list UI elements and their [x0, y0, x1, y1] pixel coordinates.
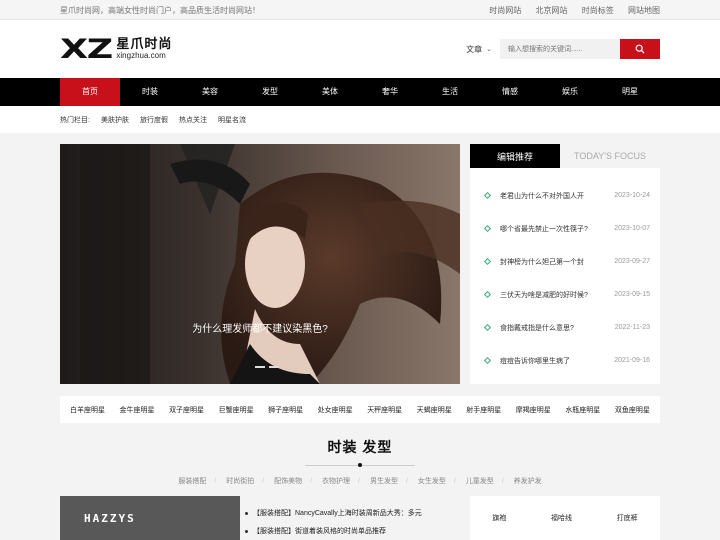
list-item[interactable]: 老君山为什么不对外国人开 2023-10-24 [480, 179, 650, 212]
top-link-beijing-site[interactable]: 北京网站 [536, 6, 568, 15]
zodiac-link[interactable]: 处女座明星 [318, 405, 353, 415]
thumbnail-brand-text: HAZZYS [84, 512, 136, 525]
nav-item-body[interactable]: 美体 [300, 78, 360, 106]
top-link-time-site[interactable]: 时尚网站 [489, 6, 521, 15]
list-item[interactable]: 痘痘告诉你哪里生病了 2021-09-16 [480, 344, 650, 377]
site-tagline: 星爪时尚网，高端女性时尚门户，高品质生活时尚网站！ [60, 5, 260, 15]
logo-domain: xingzhua.com [116, 50, 166, 60]
search-button[interactable] [620, 39, 660, 59]
main-nav: 首页 时装 美容 发型 美体 奢华 生活 情感 娱乐 明星 [0, 78, 720, 106]
zodiac-link[interactable]: 摩羯座明星 [516, 405, 551, 415]
subcategory-link[interactable]: 衣物护理 [322, 478, 350, 485]
editor-picks-list: 老君山为什么不对外国人开 2023-10-24 哪个省最先禁止一次性筷子? 2023… [470, 179, 660, 377]
chevron-down-icon: ⌄ [486, 46, 492, 53]
hero-image [60, 144, 460, 384]
tag-link[interactable]: 打底裤 [617, 513, 638, 540]
hero-caption[interactable]: 为什么理发师都不建议染黑色? [60, 320, 460, 335]
section-content: HAZZYS 【服装搭配】NancyCavally上海时装周新品大秀：多元 【服… [60, 496, 660, 540]
search-bar: 文章 ⌄ [458, 39, 660, 59]
slider-dot[interactable] [269, 366, 279, 368]
subcategory-link[interactable]: 男生发型 [370, 478, 398, 485]
diamond-bullet-icon [483, 224, 492, 233]
top-link-sitemap[interactable]: 网站地图 [628, 6, 660, 15]
nav-item-hairstyle[interactable]: 发型 [240, 78, 300, 106]
nav-item-home[interactable]: 首页 [60, 78, 120, 106]
list-item[interactable]: 食指戴戒指是什么意思? 2022-11-23 [480, 311, 650, 344]
nav-item-fashion[interactable]: 时装 [120, 78, 180, 106]
subcategory-link[interactable]: 女生发型 [418, 478, 446, 485]
top-link-fashion-tags[interactable]: 时尚标签 [582, 6, 614, 15]
nav-item-beauty[interactable]: 美容 [180, 78, 240, 106]
hot-columns-bar: 热门栏目: 美肤护肤 旅行度假 热点关注 明星名流 [0, 106, 720, 133]
article-thumbnail[interactable]: HAZZYS [60, 496, 240, 540]
tab-editor-picks[interactable]: 编辑推荐 [470, 144, 560, 168]
top-links: 时尚网站 北京网站 时尚标签 网站地图 [477, 5, 660, 16]
logo-mark: XZ [60, 33, 113, 65]
hot-columns-label: 热门栏目: [60, 116, 90, 124]
section-subcategories: 服装搭配 / 时尚街拍 / 配饰美物 / 衣物护理 / 男生发型 / 女生发型 / 儿童发型… [178, 478, 542, 485]
list-item[interactable]: 封神榜为什么妲己第一个封 2023-09-27 [480, 245, 650, 278]
list-item[interactable]: 三伏天为啥是减肥的好时候? 2023-09-15 [480, 278, 650, 311]
zodiac-link[interactable]: 射手座明星 [466, 405, 501, 415]
tag-link[interactable]: 旗袍 [492, 513, 506, 540]
nav-item-stars[interactable]: 明星 [600, 78, 660, 106]
hot-column-link[interactable]: 旅行度假 [140, 115, 168, 125]
search-input[interactable] [500, 39, 620, 59]
header: XZ 星爪时尚 xingzhua.com 文章 ⌄ [0, 20, 720, 78]
search-scope-select[interactable]: 文章 ⌄ [458, 39, 500, 59]
diamond-bullet-icon [483, 191, 492, 200]
tab-todays-focus[interactable]: TODAY'S FOCUS [560, 144, 660, 168]
list-item[interactable]: 【服装搭配】街道着装风格的时尚单品推荐 [245, 526, 465, 536]
zodiac-link[interactable]: 白羊座明星 [70, 405, 105, 415]
diamond-bullet-icon [483, 323, 492, 332]
logo-name: 星爪时尚 [116, 36, 173, 52]
diamond-bullet-icon [483, 290, 492, 299]
section-title: 时装 发型 [327, 439, 393, 455]
subcategory-link[interactable]: 儿童发型 [466, 478, 494, 485]
diamond-bullet-icon [483, 356, 492, 365]
subcategory-link[interactable]: 时尚街拍 [226, 478, 254, 485]
site-logo[interactable]: XZ 星爪时尚 xingzhua.com [60, 36, 172, 63]
zodiac-link[interactable]: 双鱼座明星 [615, 405, 650, 415]
zodiac-link[interactable]: 金牛座明星 [120, 405, 155, 415]
list-item[interactable]: 哪个省最先禁止一次性筷子? 2023-10-07 [480, 212, 650, 245]
list-item[interactable]: 【服装搭配】NancyCavally上海时装周新品大秀：多元 [245, 508, 465, 518]
subcategory-link[interactable]: 养发护发 [514, 478, 542, 485]
slider-dots [255, 366, 283, 368]
zodiac-link[interactable]: 天秤座明星 [367, 405, 402, 415]
feature-area: 为什么理发师都不建议染黑色? 编辑推荐 TODAY'S FOCUS 老君山为什么… [60, 144, 660, 384]
subcategory-link[interactable]: 配饰美物 [274, 478, 302, 485]
editor-picks-panel: 编辑推荐 TODAY'S FOCUS 老君山为什么不对外国人开 2023-10-2… [470, 144, 660, 384]
hot-column-link[interactable]: 明星名流 [218, 115, 246, 125]
nav-item-life[interactable]: 生活 [420, 78, 480, 106]
section-divider [305, 463, 415, 467]
hero-slider[interactable]: 为什么理发师都不建议染黑色? [60, 144, 460, 384]
top-bar: 星爪时尚网，高端女性时尚门户，高品质生活时尚网站！ 时尚网站 北京网站 时尚标签… [0, 0, 720, 20]
diamond-bullet-icon [483, 257, 492, 266]
hot-column-link[interactable]: 热点关注 [179, 115, 207, 125]
zodiac-link[interactable]: 水瓶座明星 [565, 405, 600, 415]
zodiac-link[interactable]: 天蝎座明星 [417, 405, 452, 415]
subcategory-link[interactable]: 服装搭配 [178, 478, 206, 485]
nav-item-entertainment[interactable]: 娱乐 [540, 78, 600, 106]
editor-tabs: 编辑推荐 TODAY'S FOCUS [470, 144, 660, 168]
zodiac-link[interactable]: 双子座明星 [169, 405, 204, 415]
tag-link[interactable]: 福哈线 [551, 513, 572, 540]
nav-item-luxury[interactable]: 奢华 [360, 78, 420, 106]
zodiac-link[interactable]: 巨蟹座明星 [219, 405, 254, 415]
zodiac-link[interactable]: 狮子座明星 [268, 405, 303, 415]
tag-panel: 旗袍 福哈线 打底裤 [470, 496, 660, 540]
zodiac-star-links: 白羊座明星 金牛座明星 双子座明星 巨蟹座明星 狮子座明星 处女座明星 天秤座明… [60, 396, 660, 423]
article-list: 【服装搭配】NancyCavally上海时装周新品大秀：多元 【服装搭配】街道着… [245, 496, 465, 540]
nav-item-emotion[interactable]: 情感 [480, 78, 540, 106]
hot-column-link[interactable]: 美肤护肤 [101, 115, 129, 125]
search-icon [635, 44, 645, 54]
slider-dot[interactable] [255, 366, 265, 368]
